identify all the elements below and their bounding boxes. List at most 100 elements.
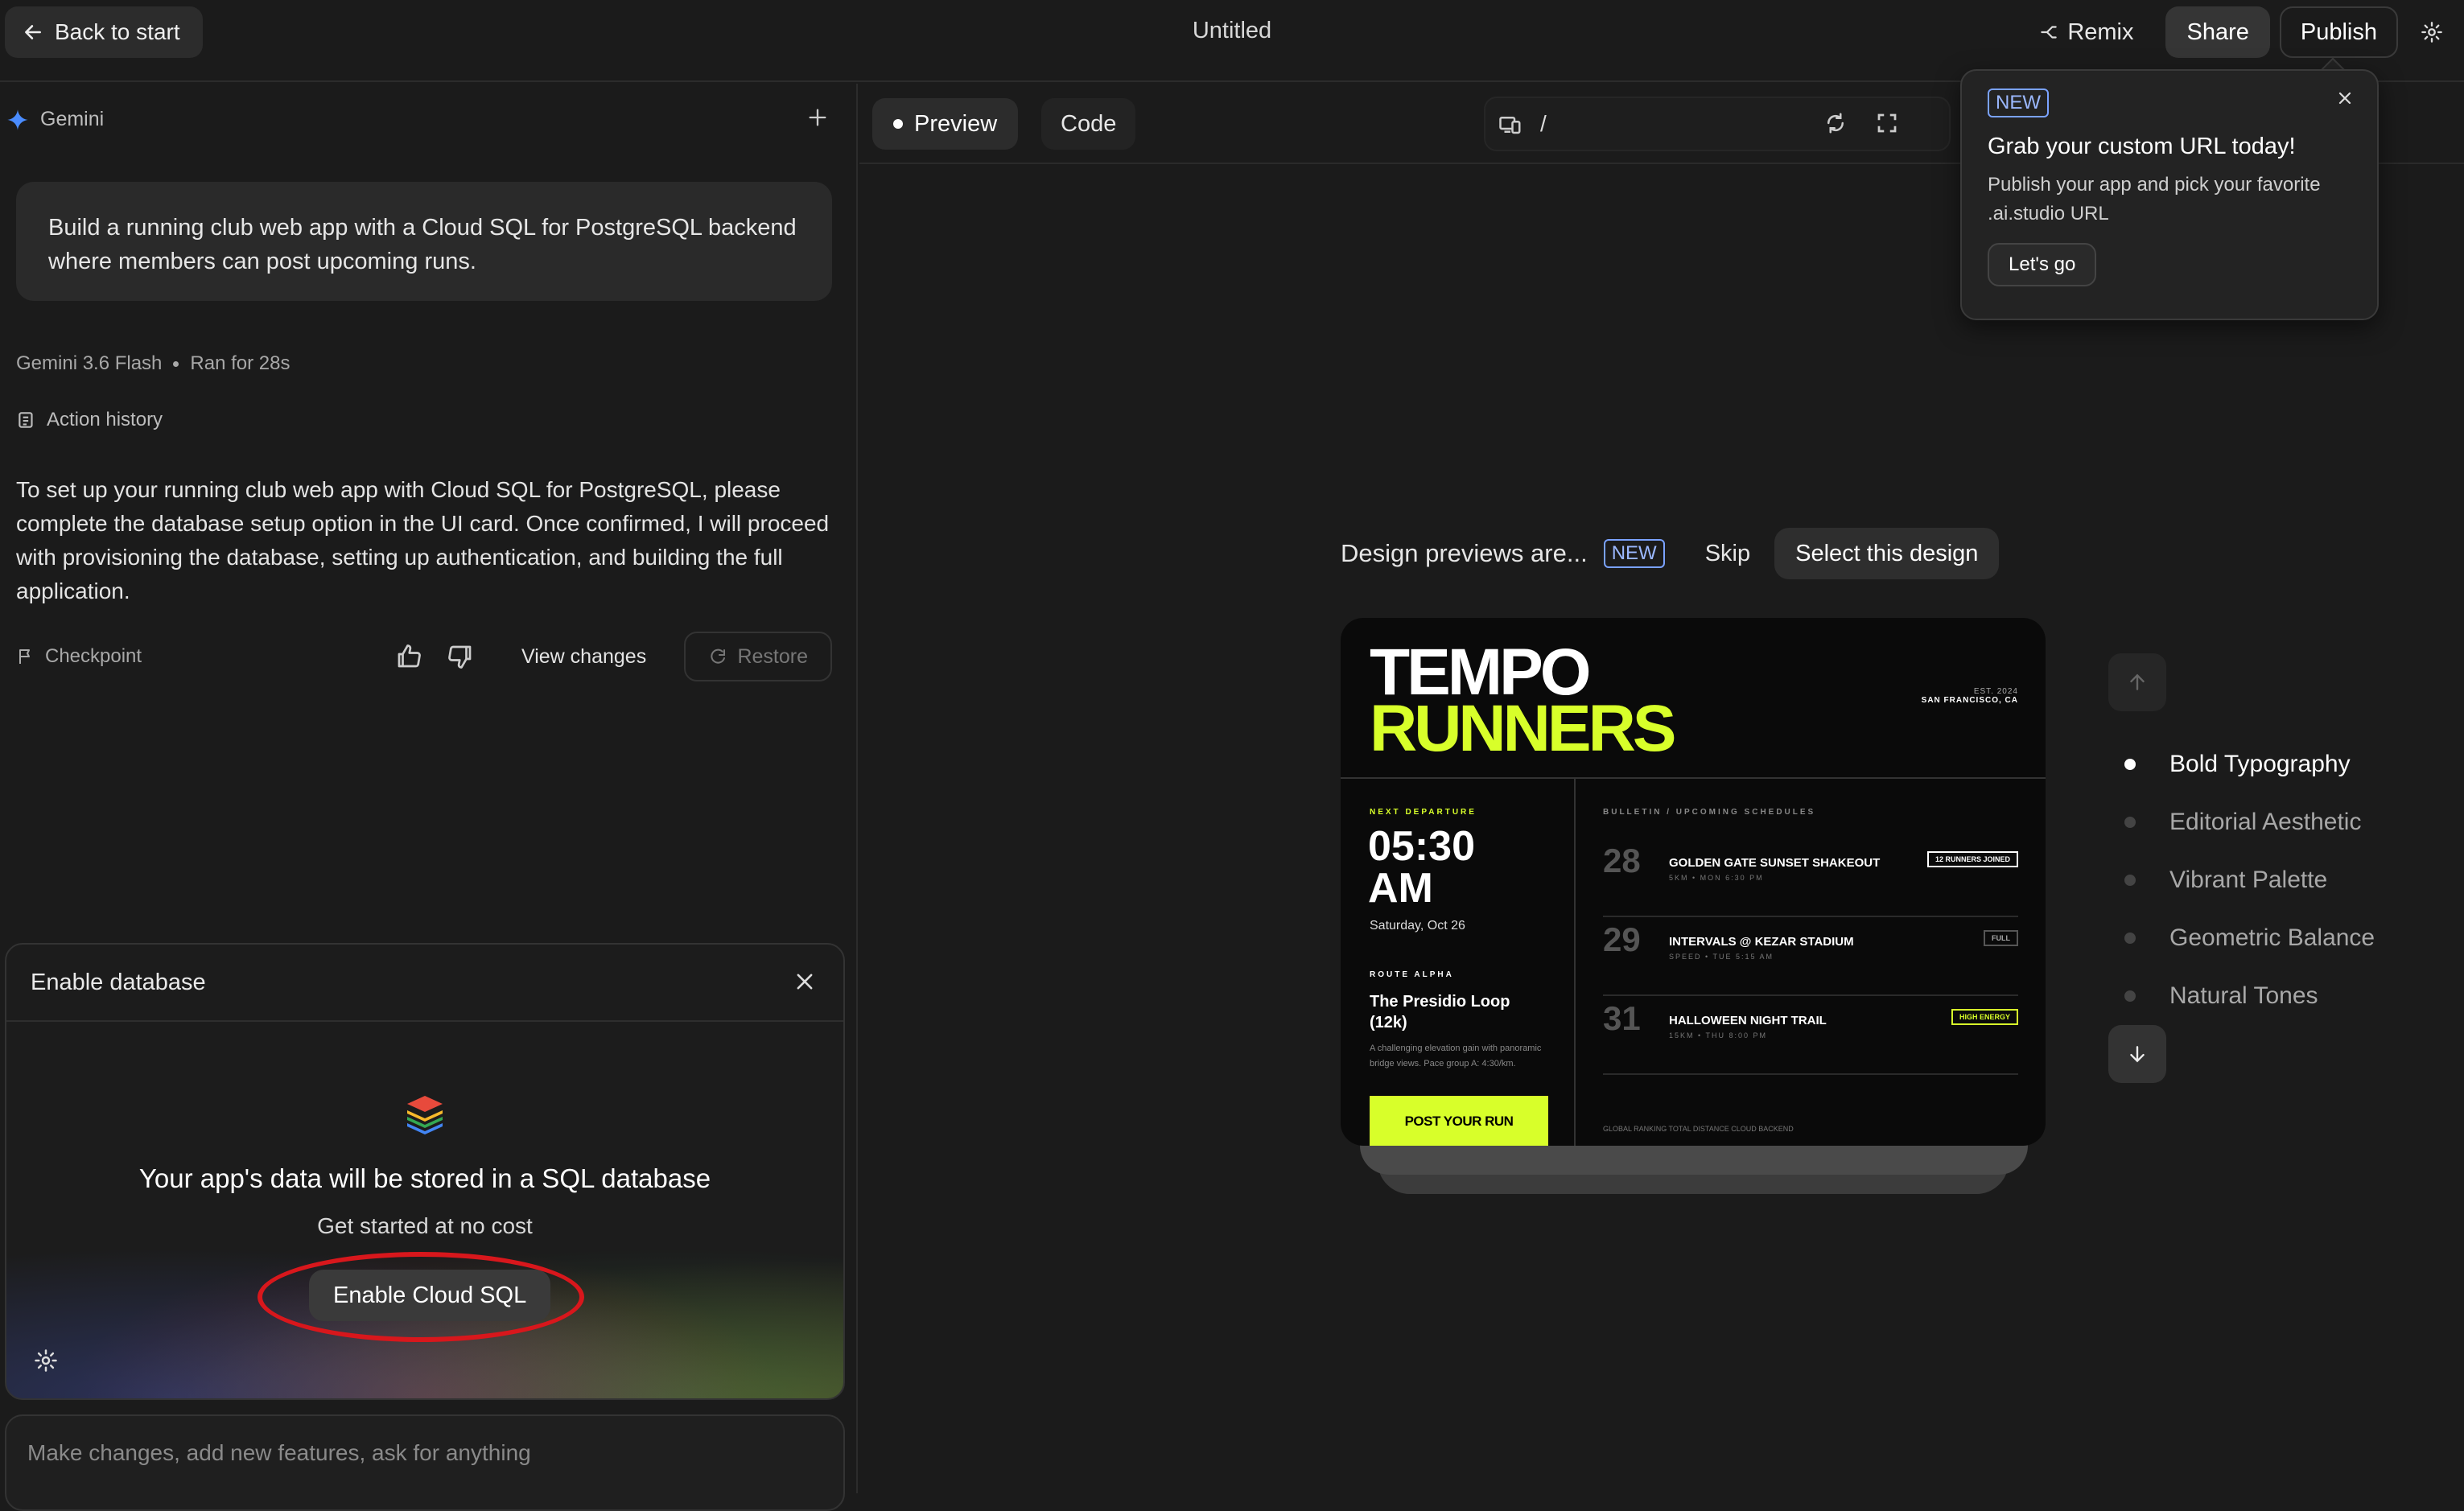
message-actions: Checkpoint View changes Restore	[16, 631, 832, 682]
mock-run-sub: 15KM • THU 8:00 PM	[1669, 1031, 1768, 1040]
mock-run-tag: 12 RUNNERS JOINED	[1926, 851, 2018, 867]
remix-button[interactable]: Remix	[2038, 19, 2133, 46]
mock-run-name: HALLOWEEN NIGHT TRAIL	[1669, 1014, 1827, 1027]
style-label: Bold Typography	[2169, 751, 2351, 777]
mock-run-name: GOLDEN GATE SUNSET SHAKEOUT	[1669, 856, 1881, 870]
style-option[interactable]: Bold Typography	[2124, 735, 2375, 793]
mock-date: Saturday, Oct 26	[1370, 919, 1465, 933]
checkpoint-label: Checkpoint	[16, 645, 142, 668]
gemini-sparkle-icon	[7, 109, 28, 130]
mock-est: EST. 2024 SAN FRANCISCO, CA	[1922, 687, 2018, 705]
mock-route-desc: A challenging elevation gain with panora…	[1370, 1044, 1542, 1068]
new-chat-button[interactable]	[806, 106, 829, 133]
scroll-down-button[interactable]	[2108, 1025, 2166, 1083]
mock-route-label: ROUTE ALPHA	[1370, 970, 1454, 979]
close-popover-button[interactable]	[2335, 89, 2355, 112]
enable-database-card: Enable database Your app's data will be …	[5, 943, 845, 1400]
design-preview-header: Design previews are... NEW Skip Select t…	[1341, 528, 2000, 579]
design-new-badge: NEW	[1603, 539, 1665, 568]
url-path: /	[1540, 111, 1547, 136]
mock-vertical-divider	[1574, 779, 1576, 1146]
user-prompt: Build a running club web app with a Clou…	[16, 182, 832, 301]
design-previews-label: Design previews are...	[1341, 539, 1588, 567]
style-option[interactable]: Geometric Balance	[2124, 909, 2375, 967]
style-option[interactable]: Vibrant Palette	[2124, 851, 2375, 909]
active-dot	[893, 119, 903, 129]
tab-preview-label: Preview	[914, 110, 998, 137]
mock-run-item: 28 GOLDEN GATE SUNSET SHAKEOUT 5KM • MON…	[1603, 840, 2018, 917]
gear-icon	[2421, 22, 2442, 43]
arrow-up-icon	[2130, 673, 2145, 690]
database-settings-button[interactable]	[34, 1348, 58, 1377]
style-label: Vibrant Palette	[2169, 867, 2328, 893]
mock-run-name: INTERVALS @ KEZAR STADIUM	[1669, 935, 1854, 949]
mock-run-num: 29	[1603, 920, 1641, 958]
lets-go-button[interactable]: Let's go	[1988, 243, 2097, 286]
restore-icon	[711, 648, 726, 664]
style-option[interactable]: Natural Tones	[2124, 967, 2375, 1025]
restore-button[interactable]: Restore	[684, 632, 832, 681]
checkpoint-text: Checkpoint	[45, 645, 142, 667]
arrow-down-icon	[2130, 1046, 2145, 1063]
close-icon	[2338, 92, 2351, 105]
model-version: Gemini 3.6 Flash	[16, 352, 163, 374]
style-dot	[2124, 990, 2136, 1002]
mock-brand-line2: RUNNERS	[1370, 692, 1676, 765]
model-header: Gemini	[6, 108, 104, 131]
mock-run-item: 29 INTERVALS @ KEZAR STADIUM SPEED • TUE…	[1603, 919, 2018, 996]
mock-run-tag: FULL	[1984, 930, 2018, 946]
model-name: Gemini	[40, 108, 105, 130]
chat-input[interactable]: Make changes, add new features, ask for …	[5, 1414, 845, 1511]
refresh-icon[interactable]	[1823, 111, 1848, 135]
style-label: Editorial Aesthetic	[2169, 809, 2362, 835]
popover-body: Publish your app and pick your favorite …	[1988, 174, 2321, 224]
tab-preview[interactable]: Preview	[872, 98, 1019, 150]
mock-run-sub: 5KM • MON 6:30 PM	[1669, 874, 1764, 882]
select-design-button[interactable]: Select this design	[1774, 528, 2000, 579]
share-button[interactable]: Share	[2165, 6, 2270, 58]
settings-button[interactable]	[2421, 21, 2443, 43]
style-dot	[2124, 875, 2136, 886]
tab-code[interactable]: Code	[1041, 98, 1136, 150]
style-label: Geometric Balance	[2169, 924, 2375, 951]
view-changes-button[interactable]: View changes	[521, 645, 646, 669]
gear-icon	[35, 1349, 57, 1372]
mock-next-departure: NEXT DEPARTURE	[1370, 808, 1477, 817]
chat-panel: Gemini Build a running club web app with…	[0, 84, 858, 1511]
mock-bulletin: BULLETIN / UPCOMING SCHEDULES	[1603, 808, 1816, 817]
enable-database-title: Enable database	[31, 969, 206, 995]
remix-icon	[2041, 26, 2058, 39]
new-badge: NEW	[1988, 89, 2049, 117]
plus-icon	[809, 109, 826, 126]
run-time: Ran for 28s	[190, 352, 290, 374]
database-card-subtitle: Get started at no cost	[317, 1213, 533, 1238]
mock-footer: GLOBAL RANKING TOTAL DISTANCE CLOUD BACK…	[1603, 1125, 1794, 1133]
mock-run-num: 31	[1603, 999, 1641, 1037]
action-history-link[interactable]: Action history	[16, 409, 163, 431]
mock-city: SAN FRANCISCO, CA	[1921, 696, 2018, 705]
style-dot	[2124, 933, 2136, 944]
thumbs-down-icon[interactable]	[446, 642, 475, 671]
preview-url-bar[interactable]: /	[1484, 97, 1951, 151]
style-dot	[2124, 759, 2136, 770]
scroll-up-button[interactable]	[2108, 653, 2166, 711]
mock-run-sub: SPEED • TUE 5:15 AM	[1669, 953, 1774, 961]
popover-title: Grab your custom URL today!	[1988, 134, 2296, 159]
flag-icon	[19, 649, 30, 664]
database-layers-icon	[406, 1094, 444, 1138]
skip-button[interactable]: Skip	[1705, 541, 1750, 567]
model-reply: To set up your running club web app with…	[16, 477, 830, 603]
mock-route-name: The Presidio Loop (12k)	[1370, 993, 1510, 1031]
restore-label: Restore	[737, 644, 808, 668]
design-preview-card[interactable]: TEMPO RUNNERS EST. 2024 SAN FRANCISCO, C…	[1341, 618, 2046, 1146]
publish-button[interactable]: Publish	[2279, 6, 2398, 58]
style-label: Natural Tones	[2169, 982, 2318, 1009]
thumbs-up-icon[interactable]	[394, 642, 423, 671]
fullscreen-icon[interactable]	[1875, 111, 1899, 135]
action-history-label: Action history	[47, 409, 163, 430]
style-option[interactable]: Editorial Aesthetic	[2124, 793, 2375, 851]
style-dot	[2124, 817, 2136, 828]
device-toggle-icon[interactable]	[1498, 113, 1522, 137]
run-meta: Gemini 3.6 Flash Ran for 28s	[16, 352, 290, 375]
close-database-card-button[interactable]	[793, 970, 816, 999]
